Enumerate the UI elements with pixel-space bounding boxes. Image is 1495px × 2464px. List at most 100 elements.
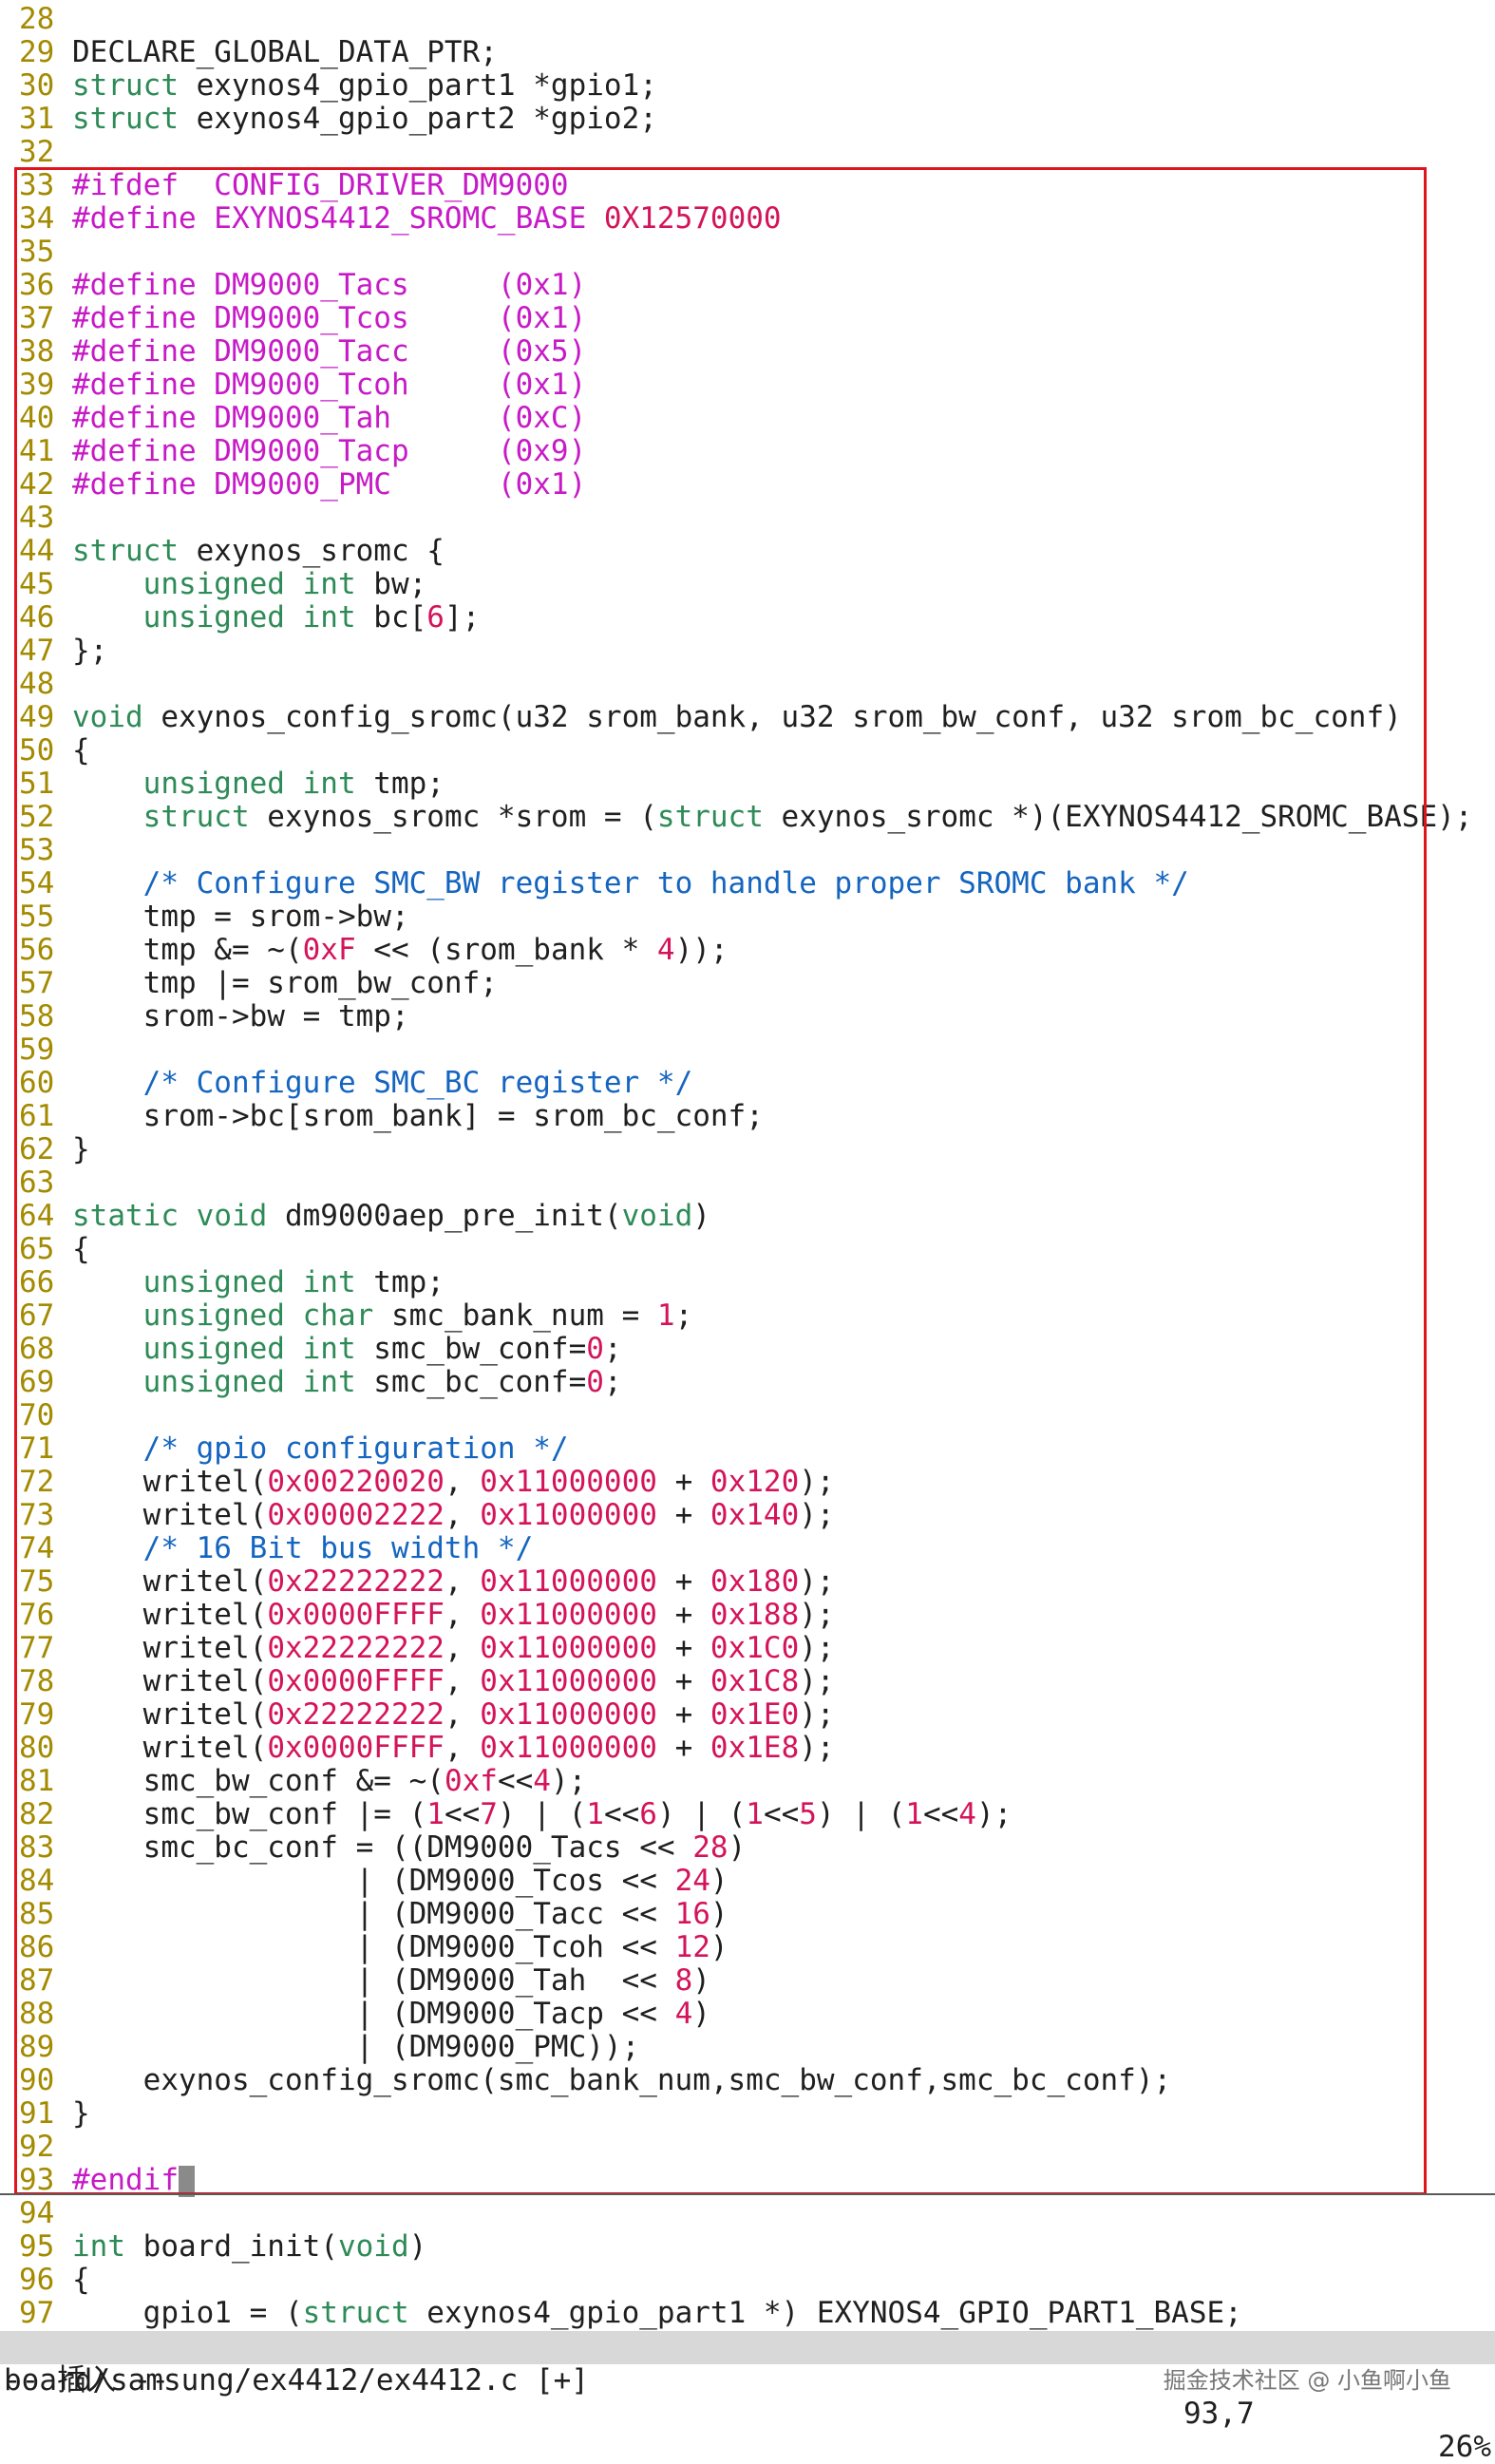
code-token: tmp;	[355, 767, 445, 801]
code-token: struct	[142, 800, 250, 834]
code-token: ) | (	[816, 1797, 906, 1831]
line-number: 82	[19, 1797, 55, 1831]
code-token: <<	[922, 1797, 959, 1831]
code-token: unsigned int	[142, 1332, 356, 1366]
line-number: 87	[19, 1963, 55, 1998]
code-token: 0x120	[710, 1465, 800, 1499]
status-cursor-position: 93,7	[1183, 2397, 1255, 2431]
code-token: smc_bw_conf |= (	[72, 1797, 427, 1831]
code-token: writel(	[72, 1731, 268, 1765]
line-number: 29	[19, 35, 55, 69]
code-token: | (DM9000_Tcoh <<	[72, 1930, 675, 1964]
code-token: | (DM9000_PMC));	[72, 2030, 640, 2064]
code-token: | (DM9000_Tacp <<	[72, 1997, 675, 2031]
code-token: ;	[674, 1298, 693, 1333]
line-number: 84	[19, 1864, 55, 1898]
line-number: 53	[19, 833, 55, 867]
line-number: 31	[19, 102, 55, 136]
line-number: 35	[19, 235, 55, 269]
code-token: 4	[533, 1764, 551, 1798]
mode-indicator: -- 插入 --	[4, 2363, 169, 2398]
code-text: {	[72, 734, 90, 768]
code-text: writel(0x0000FFFF, 0x11000000 + 0x1C8);	[72, 1665, 835, 1698]
code-token: 1	[426, 1797, 445, 1831]
line-number: 57	[19, 966, 55, 1000]
code-token: | (DM9000_Tacc <<	[72, 1897, 675, 1931]
code-text: unsigned int smc_bc_conf=0;	[72, 1366, 622, 1399]
code-token: #define DM9000_Tah (0xC)	[72, 401, 587, 435]
code-token: 0x11000000	[480, 1697, 657, 1732]
code-token: ;	[603, 1365, 622, 1399]
code-token: );	[799, 1598, 835, 1632]
code-token: exynos_config_sromc(u32 srom_bank, u32 s…	[142, 700, 1402, 734]
code-token: ,	[444, 1697, 481, 1732]
code-text: unsigned int bw;	[72, 568, 427, 601]
code-token: )	[408, 2229, 427, 2264]
code-token: 0x11000000	[480, 1598, 657, 1632]
code-token: ];	[444, 600, 481, 635]
line-number: 55	[19, 900, 55, 934]
line-number: 45	[19, 567, 55, 601]
status-scroll-percent: 26%	[1438, 2430, 1491, 2464]
code-token: )	[692, 1997, 710, 2031]
code-token: 4	[674, 1997, 693, 2031]
line-number: 62	[19, 1132, 55, 1166]
status-bar: board/samsung/ex4412/ex4412.c [+] 93,7 2…	[0, 2331, 1495, 2464]
code-text: tmp = srom->bw;	[72, 900, 409, 934]
line-number: 42	[19, 467, 55, 502]
line-number: 38	[19, 334, 55, 369]
code-text: }	[72, 1133, 90, 1166]
line-number: 77	[19, 1631, 55, 1665]
code-token: 1	[656, 1298, 675, 1333]
code-text: /* Configure SMC_BW register to handle p…	[72, 867, 1189, 900]
code-token: {	[72, 2263, 90, 2297]
code-token: ) | (	[497, 1797, 587, 1831]
code-token: writel(	[72, 1465, 268, 1499]
line-number: 52	[19, 800, 55, 834]
line-number: 96	[19, 2263, 55, 2297]
code-token: struct	[302, 2296, 409, 2330]
code-token: {	[72, 1232, 90, 1266]
line-number: 72	[19, 1465, 55, 1499]
code-text: #define DM9000_PMC (0x1)	[72, 468, 586, 502]
code-token: 1	[586, 1797, 604, 1831]
code-token: +	[656, 1465, 710, 1499]
code-token: 0	[586, 1365, 604, 1399]
line-number: 34	[19, 201, 55, 236]
code-token: 0x00002222	[267, 1498, 445, 1532]
watermark: 掘金技术社区 @ 小鱼啊小鱼	[1163, 2367, 1451, 2394]
code-token: /* Configure SMC_BW register to handle p…	[142, 866, 1189, 900]
code-text: void exynos_config_sromc(u32 srom_bank, …	[72, 701, 1402, 734]
code-token: 0x11000000	[480, 1498, 657, 1532]
code-text: writel(0x22222222, 0x11000000 + 0x180);	[72, 1565, 835, 1599]
code-token: 0x0000FFFF	[267, 1598, 445, 1632]
line-number: 60	[19, 1066, 55, 1100]
line-number: 80	[19, 1731, 55, 1765]
code-token: #define DM9000_Tacs (0x1)	[72, 268, 587, 302]
line-number: 75	[19, 1564, 55, 1599]
code-text: #define EXYNOS4412_SROMC_BASE 0X12570000	[72, 202, 782, 236]
code-text: #endif	[72, 2164, 195, 2197]
code-token: +	[656, 1731, 710, 1765]
code-token: ,	[444, 1598, 481, 1632]
line-number: 67	[19, 1298, 55, 1333]
line-number: 83	[19, 1830, 55, 1865]
code-token: ,	[444, 1564, 481, 1599]
code-editor[interactable]: 28 29 DECLARE_GLOBAL_DATA_PTR; 30 struct exy…	[0, 0, 1495, 2330]
code-text: {	[72, 2264, 90, 2297]
code-token: writel(	[72, 1564, 268, 1599]
code-token: ,	[444, 1631, 481, 1665]
code-token: 6	[426, 600, 445, 635]
line-number: 85	[19, 1897, 55, 1931]
code-token: )	[728, 1830, 747, 1865]
code-token: 0x1E8	[710, 1731, 800, 1765]
code-text: writel(0x00002222, 0x11000000 + 0x140);	[72, 1499, 835, 1532]
code-text: writel(0x22222222, 0x11000000 + 0x1E0);	[72, 1698, 835, 1732]
code-text: #ifdef CONFIG_DRIVER_DM9000	[72, 169, 569, 202]
line-number: 70	[19, 1398, 55, 1432]
